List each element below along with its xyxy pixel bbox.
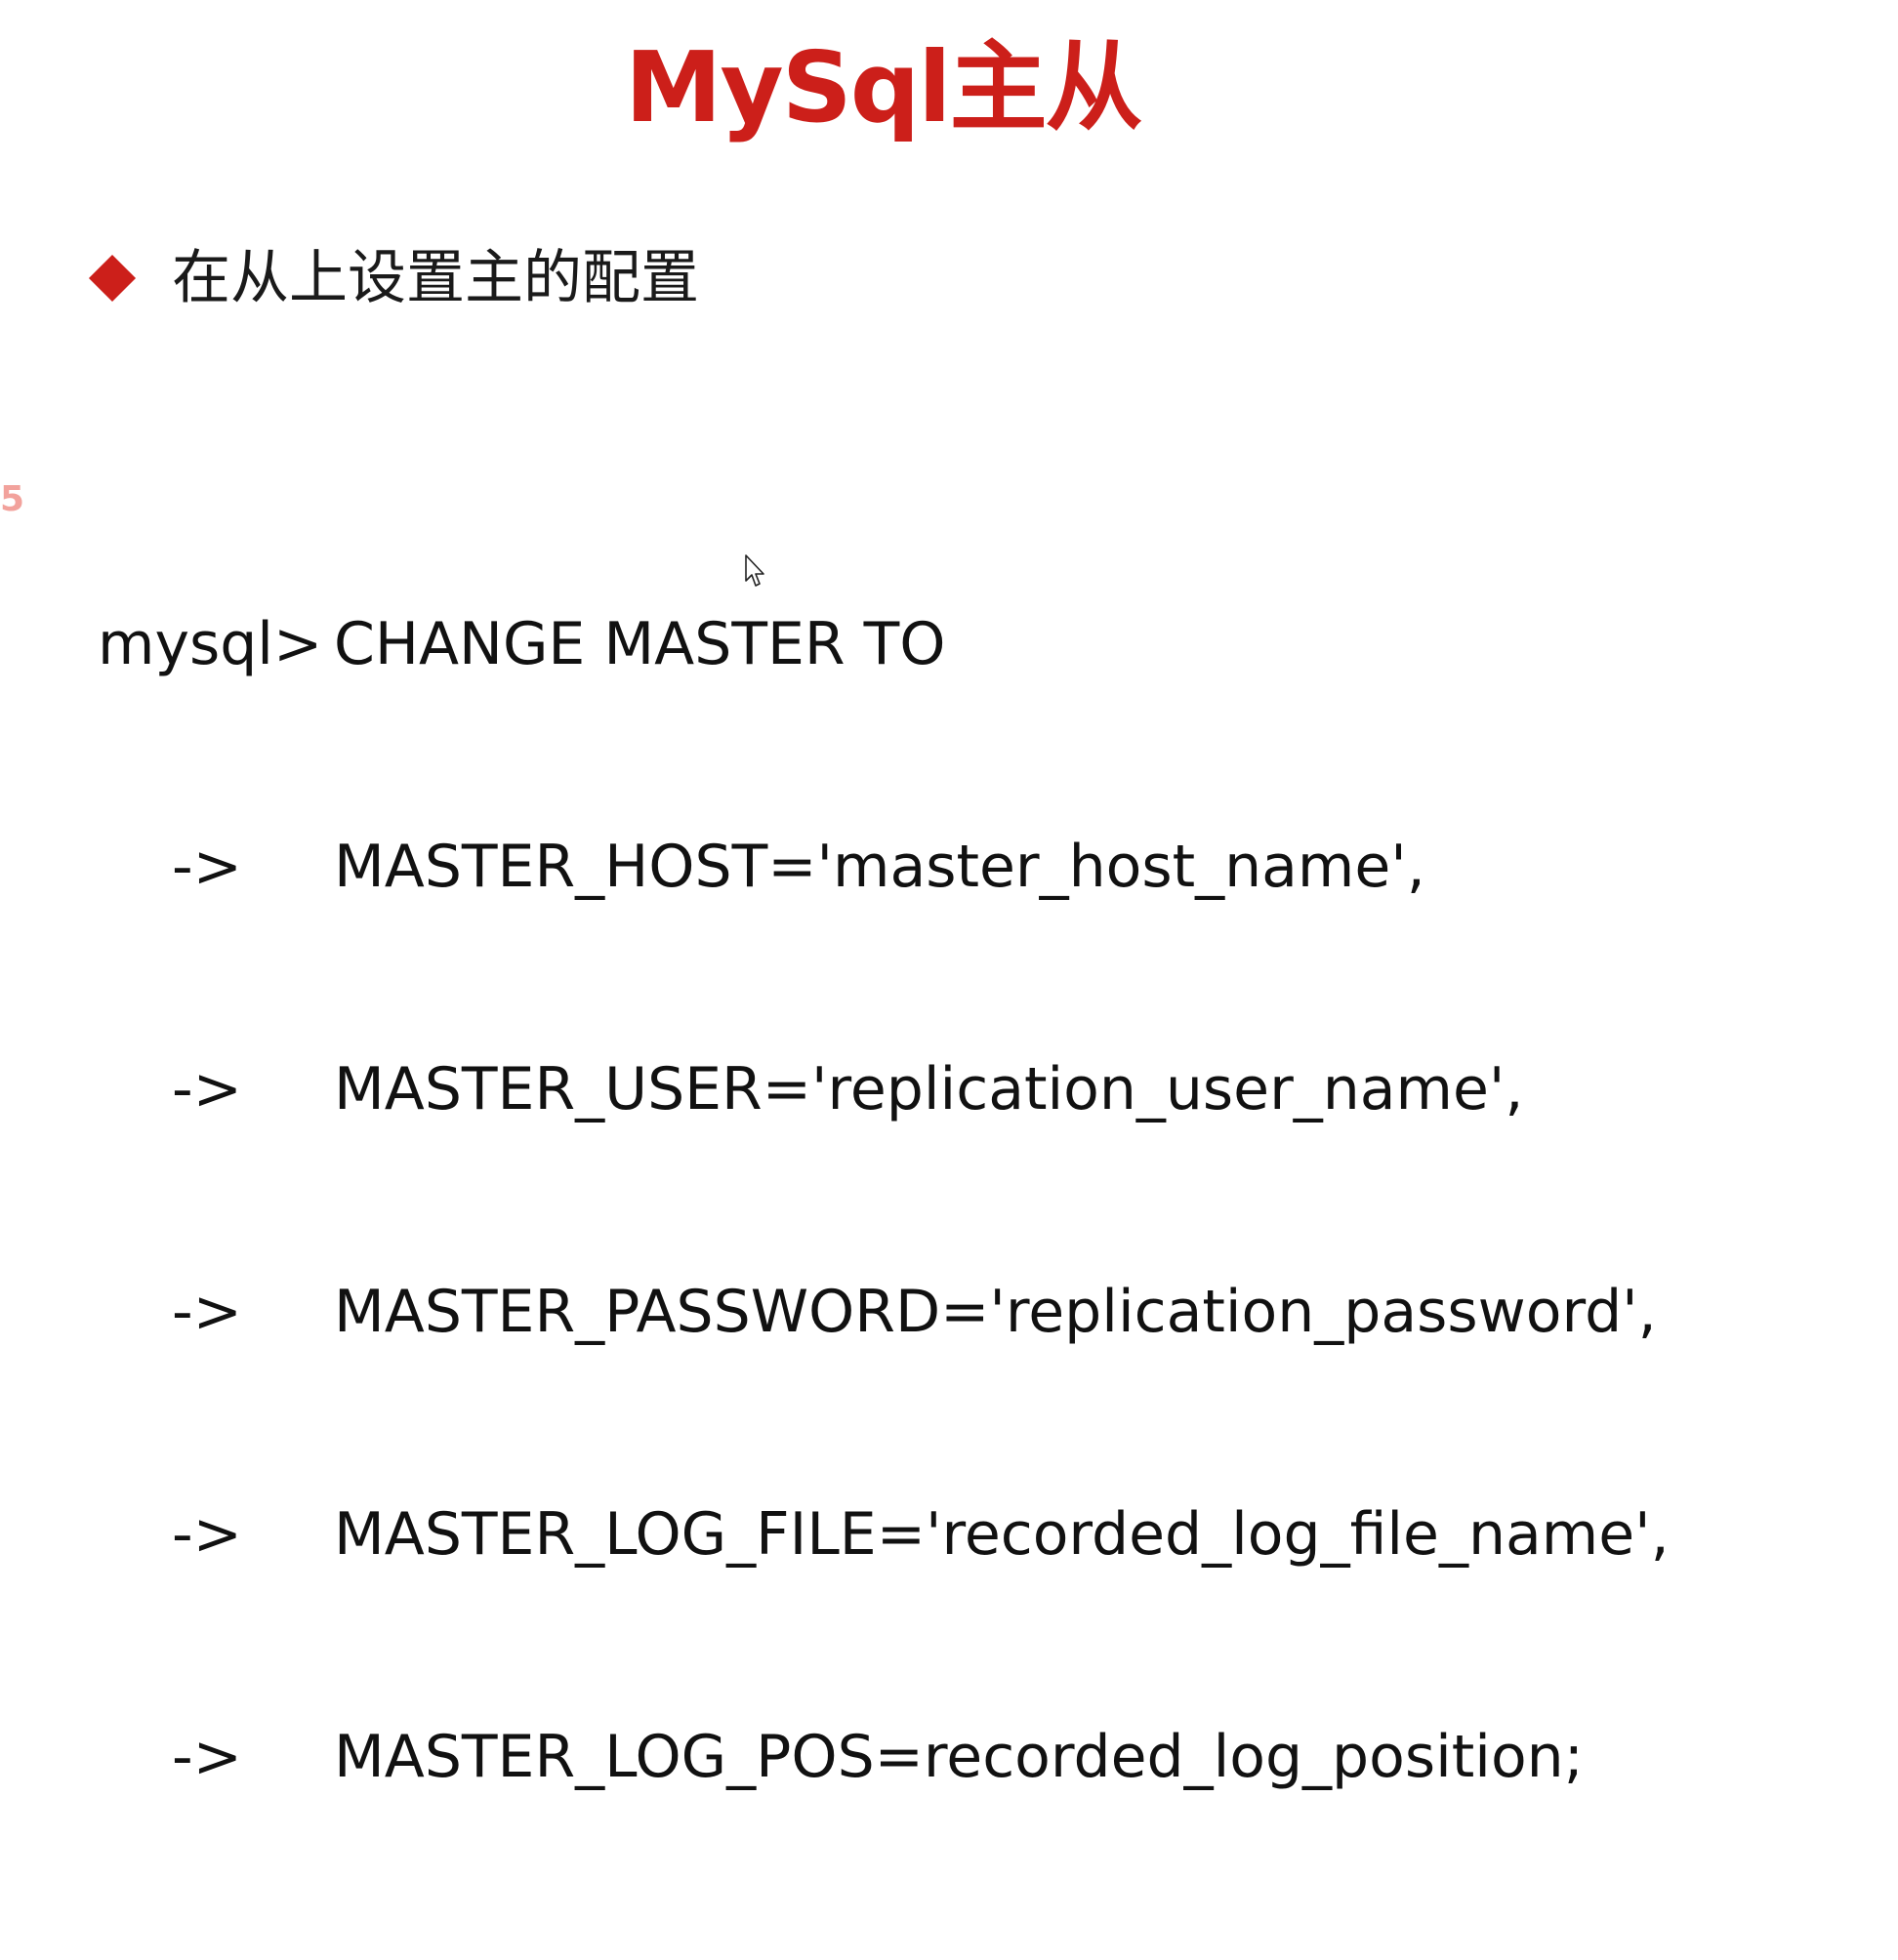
continuation-arrow: -> xyxy=(172,1500,242,1569)
code-statement: CHANGE MASTER TO xyxy=(334,610,946,678)
continuation-arrow: -> xyxy=(172,1723,242,1791)
continuation-arrow: -> xyxy=(172,833,242,901)
code-statement: MASTER_USER='replication_user_name', xyxy=(334,1055,1524,1123)
code-line: -> MASTER_HOST='master_host_name', xyxy=(98,830,1425,904)
code-line: -> MASTER_USER='replication_user_name', xyxy=(98,1052,1524,1126)
mysql-prompt: mysql> xyxy=(98,610,323,678)
code-line: -> MASTER_LOG_POS=recorded_log_position; xyxy=(98,1720,1584,1794)
bullet-text: 在从上设置主的配置 xyxy=(172,244,699,312)
mouse-pointer-icon xyxy=(745,554,764,587)
code-statement: MASTER_PASSWORD='replication_password', xyxy=(334,1278,1657,1346)
code-statement: MASTER_LOG_POS=recorded_log_position; xyxy=(334,1723,1584,1791)
diamond-bullet-icon xyxy=(88,254,137,303)
slide-title: MySql主从 xyxy=(625,30,1143,144)
code-statement: MASTER_LOG_FILE='recorded_log_file_name'… xyxy=(334,1500,1670,1569)
code-line: -> MASTER_PASSWORD='replication_password… xyxy=(98,1275,1657,1349)
continuation-arrow: -> xyxy=(172,1055,242,1123)
code-statement: MASTER_HOST='master_host_name', xyxy=(334,833,1425,901)
side-page-number: 5 xyxy=(0,479,25,519)
bullet-item: 在从上设置主的配置 xyxy=(88,244,699,312)
sql-code-block: mysql> CHANGE MASTER TO -> MASTER_HOST='… xyxy=(98,459,1670,1868)
code-line: mysql> CHANGE MASTER TO xyxy=(98,607,946,681)
code-line: -> MASTER_LOG_FILE='recorded_log_file_na… xyxy=(98,1497,1670,1572)
continuation-arrow: -> xyxy=(172,1278,242,1346)
